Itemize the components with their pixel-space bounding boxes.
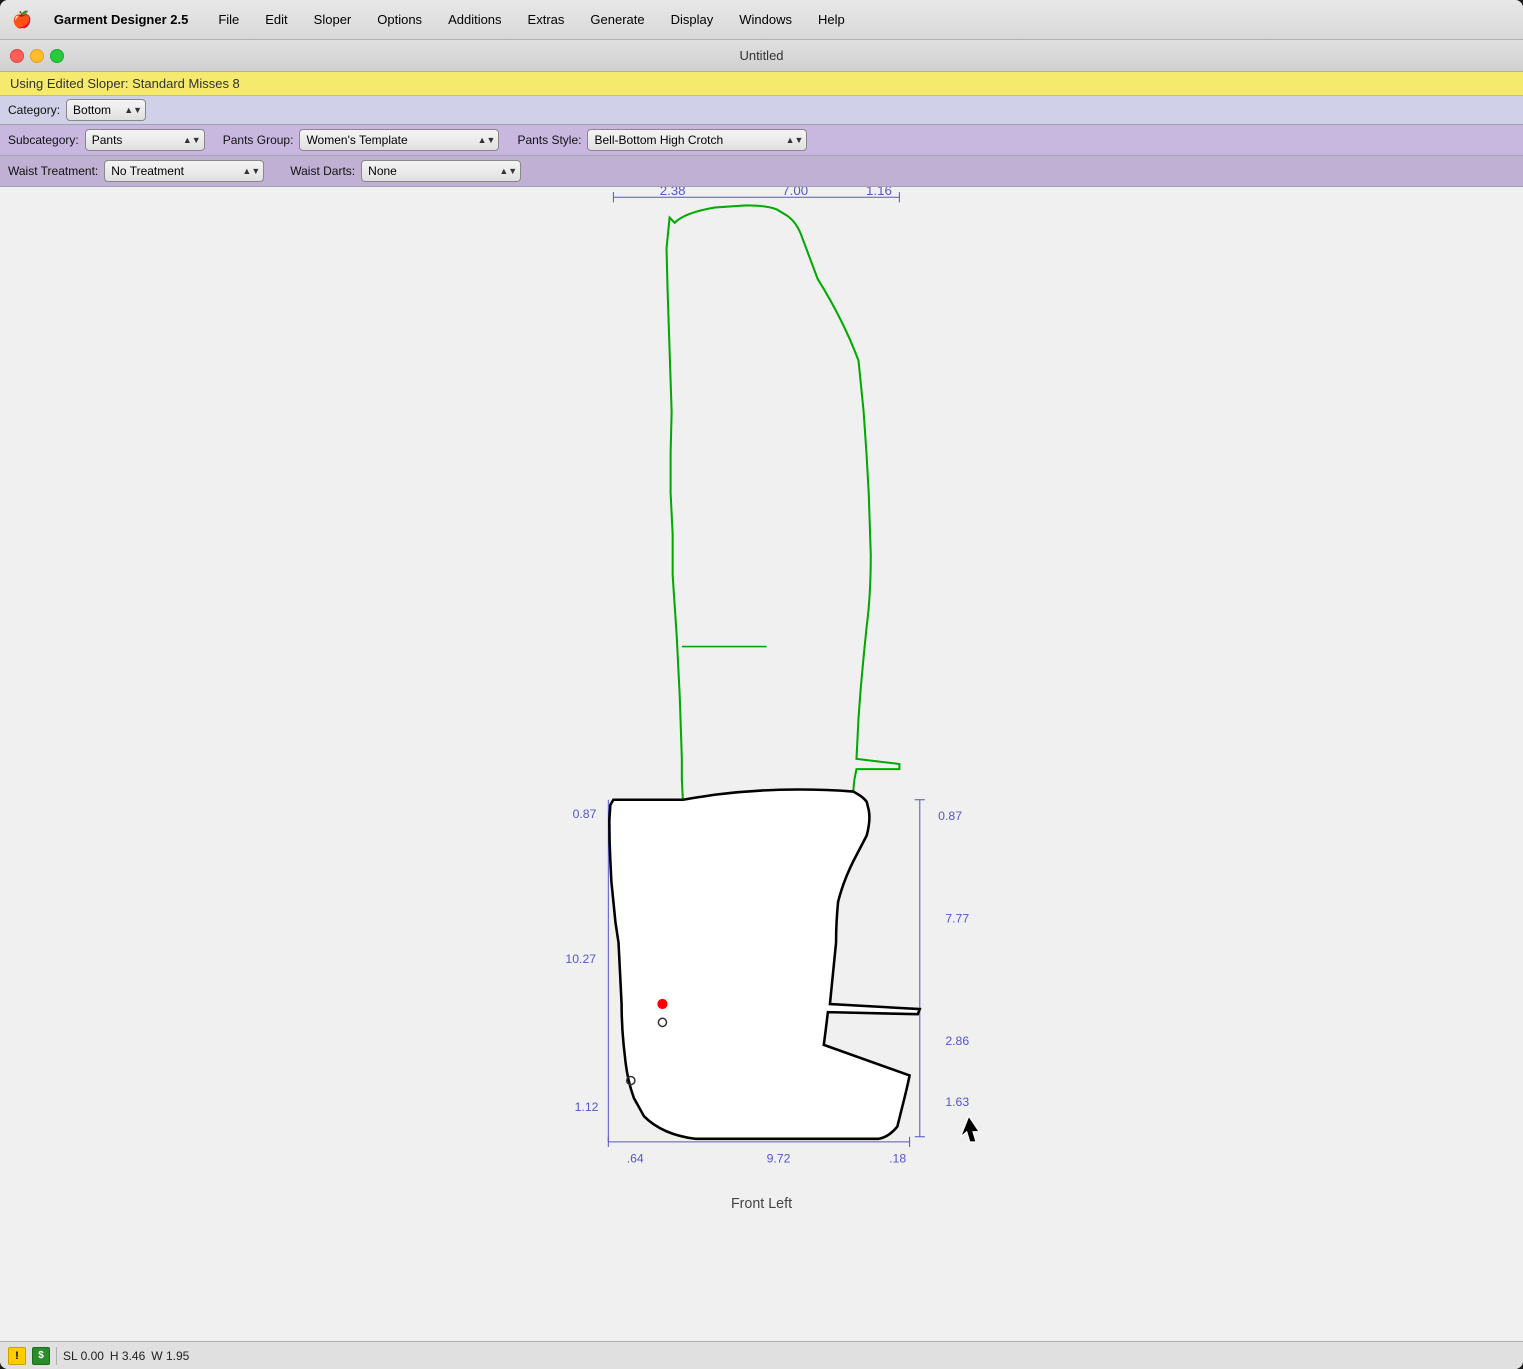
waist-treatment-select[interactable]: No Treatment — [104, 160, 264, 182]
money-icon: $ — [32, 1347, 50, 1365]
status-divider — [56, 1347, 57, 1365]
menu-sloper[interactable]: Sloper — [310, 10, 356, 29]
svg-text:0.87: 0.87 — [938, 809, 962, 823]
svg-text:1.16: 1.16 — [866, 187, 892, 198]
pants-style-select[interactable]: Bell-Bottom High Crotch — [587, 129, 807, 151]
menu-extras[interactable]: Extras — [524, 10, 569, 29]
waist-treatment-select-wrapper[interactable]: No Treatment ▲▼ — [104, 160, 264, 182]
menu-file[interactable]: File — [214, 10, 243, 29]
toolbar-row-category: Category: Bottom ▲▼ — [0, 96, 1523, 125]
menu-additions[interactable]: Additions — [444, 10, 505, 29]
svg-text:1.63: 1.63 — [945, 1095, 969, 1109]
waist-darts-select-wrapper[interactable]: None ▲▼ — [361, 160, 521, 182]
category-select-wrapper[interactable]: Bottom ▲▼ — [66, 99, 146, 121]
svg-text:7.00: 7.00 — [782, 187, 808, 198]
svg-text:7.77: 7.77 — [945, 911, 969, 925]
svg-text:2.38: 2.38 — [660, 187, 686, 198]
status-h: H 3.46 — [110, 1349, 145, 1363]
svg-text:.64: .64 — [627, 1151, 644, 1165]
app-name: Garment Designer 2.5 — [54, 12, 188, 27]
window-title: Untitled — [739, 48, 783, 63]
svg-text:Front Left: Front Left — [731, 1196, 792, 1212]
apple-menu[interactable]: 🍎 — [12, 10, 32, 30]
warning-icon: ! — [8, 1347, 26, 1365]
menu-display[interactable]: Display — [667, 10, 718, 29]
menu-windows[interactable]: Windows — [735, 10, 796, 29]
waist-darts-label: Waist Darts: — [290, 164, 355, 178]
pants-group-label: Pants Group: — [223, 133, 294, 147]
status-bar: ! $ SL 0.00 H 3.46 W 1.95 — [0, 1341, 1523, 1369]
pants-style-select-wrapper[interactable]: Bell-Bottom High Crotch ▲▼ — [587, 129, 807, 151]
window-controls — [10, 49, 64, 63]
svg-text:10.27: 10.27 — [565, 952, 596, 966]
category-select[interactable]: Bottom — [66, 99, 146, 121]
svg-text:9.72: 9.72 — [767, 1151, 791, 1165]
subcategory-select-wrapper[interactable]: Pants ▲▼ — [85, 129, 205, 151]
category-label: Category: — [8, 103, 60, 117]
svg-text:1.12: 1.12 — [575, 1100, 599, 1114]
toolbar-row-waist: Waist Treatment: No Treatment ▲▼ Waist D… — [0, 156, 1523, 187]
svg-text:.18: .18 — [889, 1151, 906, 1165]
mac-window: 🍎 Garment Designer 2.5 File Edit Sloper … — [0, 0, 1523, 1369]
subcategory-label: Subcategory: — [8, 133, 79, 147]
pants-group-select-wrapper[interactable]: Women's Template ▲▼ — [299, 129, 499, 151]
menu-options[interactable]: Options — [373, 10, 426, 29]
sloper-bar: Using Edited Sloper: Standard Misses 8 — [0, 72, 1523, 96]
waist-treatment-label: Waist Treatment: — [8, 164, 98, 178]
svg-text:2.86: 2.86 — [945, 1034, 969, 1048]
subcategory-select[interactable]: Pants — [85, 129, 205, 151]
waist-darts-select[interactable]: None — [361, 160, 521, 182]
menu-edit[interactable]: Edit — [261, 10, 291, 29]
pattern-canvas[interactable]: 2.38 7.00 1.16 0.87 7.77 2.86 1.63 0.87 … — [0, 187, 1523, 1341]
close-button[interactable] — [10, 49, 24, 63]
status-w: W 1.95 — [151, 1349, 189, 1363]
toolbar-row-subcategory: Subcategory: Pants ▲▼ Pants Group: Women… — [0, 125, 1523, 156]
canvas-area[interactable]: 2.38 7.00 1.16 0.87 7.77 2.86 1.63 0.87 … — [0, 187, 1523, 1341]
sloper-text: Using Edited Sloper: Standard Misses 8 — [10, 76, 240, 91]
menu-generate[interactable]: Generate — [586, 10, 648, 29]
svg-text:0.87: 0.87 — [573, 807, 597, 821]
status-sl: SL 0.00 — [63, 1349, 104, 1363]
pants-group-select[interactable]: Women's Template — [299, 129, 499, 151]
minimize-button[interactable] — [30, 49, 44, 63]
maximize-button[interactable] — [50, 49, 64, 63]
pants-style-label: Pants Style: — [517, 133, 581, 147]
menu-bar: 🍎 Garment Designer 2.5 File Edit Sloper … — [0, 0, 1523, 40]
menu-help[interactable]: Help — [814, 10, 849, 29]
title-bar: Untitled — [0, 40, 1523, 72]
